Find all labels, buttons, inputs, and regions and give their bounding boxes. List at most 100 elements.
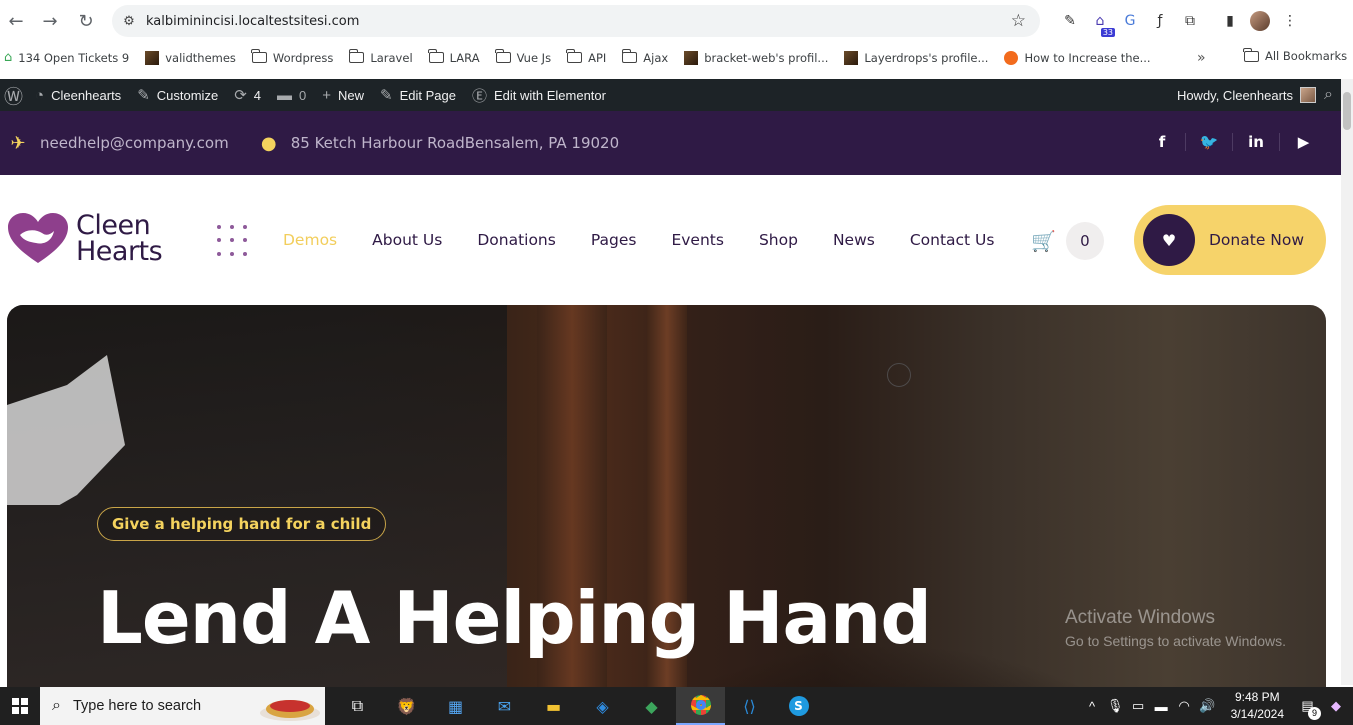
- git-app-icon[interactable]: ◆: [627, 687, 676, 725]
- logo-text-line2: Hearts: [76, 236, 163, 267]
- bookmark-folder[interactable]: API: [566, 49, 606, 65]
- wp-admin-bar: Ⓦ ◔ Cleenhearts ✎ Customize ⟳ 4 ▬ 0 + New ✎ Ed…: [0, 79, 1341, 111]
- bookmark-folder[interactable]: Vue Js: [494, 49, 551, 65]
- wordpress-logo-button[interactable]: Ⓦ: [0, 79, 27, 111]
- twitter-icon[interactable]: 🐦: [1186, 133, 1233, 151]
- cart-count-badge: 0: [1065, 222, 1104, 260]
- wifi-icon[interactable]: ◠: [1173, 698, 1196, 714]
- edit-elementor-link[interactable]: Ⓔ Edit with Elementor: [464, 79, 614, 111]
- folder-icon: [428, 49, 444, 63]
- mail-icon[interactable]: ✉: [480, 687, 529, 725]
- menu-kebab-icon[interactable]: ⋮: [1275, 8, 1305, 34]
- youtube-icon[interactable]: ▶: [1280, 133, 1327, 151]
- profile-avatar[interactable]: [1245, 8, 1275, 34]
- extension-badge-icon[interactable]: ⌂ 33: [1085, 8, 1115, 37]
- map-pin-icon: ●: [260, 132, 277, 154]
- menu-item-demos[interactable]: Demos: [283, 231, 337, 249]
- validthemes-favicon-icon: [145, 50, 160, 65]
- comments-link[interactable]: ▬ 0: [269, 79, 314, 111]
- bookmark-item[interactable]: validthemes: [145, 50, 236, 65]
- bookmark-item[interactable]: Layerdrops's profile...: [844, 50, 988, 65]
- ticket-favicon-icon: ⌂: [4, 50, 13, 65]
- bookmark-folder[interactable]: Ajax: [621, 49, 668, 65]
- bookmark-item[interactable]: How to Increase the...: [1004, 50, 1151, 65]
- more-bookmarks-chevron-icon[interactable]: »: [1197, 50, 1206, 66]
- bookmark-folder[interactable]: Wordpress: [251, 49, 333, 65]
- microphone-icon[interactable]: 🎙: [1104, 698, 1127, 714]
- network-app-icon[interactable]: ◈: [578, 687, 627, 725]
- email-contact[interactable]: ✈ needhelp@company.com: [8, 133, 228, 154]
- scrollbar-thumb[interactable]: [1343, 92, 1351, 130]
- skype-icon[interactable]: S: [774, 687, 823, 725]
- back-button[interactable]: ←: [0, 5, 32, 37]
- clock-time: 9:48 PM: [1234, 690, 1280, 704]
- donate-now-button[interactable]: ♥ Donate Now: [1134, 205, 1326, 275]
- forward-button[interactable]: →: [34, 5, 66, 37]
- address-bar[interactable]: ⚙ kalbiminincisi.localtestsitesi.com ☆: [112, 5, 1040, 37]
- brave-browser-icon[interactable]: 🦁: [382, 687, 431, 725]
- translate-icon[interactable]: G: [1115, 8, 1145, 34]
- url-text[interactable]: kalbiminincisi.localtestsitesi.com: [146, 14, 359, 29]
- menu-item-pages[interactable]: Pages: [591, 231, 637, 249]
- volume-icon[interactable]: 🔊: [1196, 698, 1219, 714]
- notification-icon[interactable]: ▤ 9: [1296, 698, 1321, 720]
- file-explorer-icon[interactable]: ▬: [529, 687, 578, 725]
- elementor-icon: Ⓔ: [471, 87, 487, 105]
- new-content-link[interactable]: + New: [314, 79, 372, 111]
- site-name-link[interactable]: ◔ Cleenhearts: [27, 79, 129, 111]
- chevron-up-icon[interactable]: ^: [1081, 699, 1104, 714]
- menu-item-donations[interactable]: Donations: [477, 231, 556, 249]
- task-view-icon[interactable]: ⧉: [333, 687, 382, 725]
- grid-menu-icon[interactable]: [217, 225, 249, 257]
- display-icon[interactable]: ▭: [1127, 698, 1150, 714]
- folder-icon: [251, 49, 267, 63]
- all-bookmarks-button[interactable]: All Bookmarks: [1243, 47, 1347, 63]
- taskbar-search[interactable]: ⌕ Type here to search: [40, 687, 325, 725]
- bookmark-item[interactable]: bracket-web's profil...: [684, 50, 828, 65]
- site-logo[interactable]: Cleen Hearts: [6, 211, 163, 267]
- clock[interactable]: 9:48 PM 3/14/2024: [1231, 689, 1284, 723]
- chrome-icon[interactable]: [676, 687, 725, 725]
- search-icon[interactable]: ⌕: [1324, 86, 1333, 104]
- bookmark-star-icon[interactable]: ☆: [1011, 11, 1026, 31]
- puzzle-icon[interactable]: ⧉: [1175, 8, 1205, 34]
- cart-button[interactable]: 🛒 0: [1031, 222, 1104, 260]
- eyedropper-icon[interactable]: ✎: [1055, 8, 1085, 34]
- start-button[interactable]: [0, 687, 40, 725]
- profile-favicon-icon: [684, 50, 699, 65]
- edit-page-link[interactable]: ✎ Edit Page: [372, 79, 464, 111]
- bookmark-folder[interactable]: Laravel: [348, 49, 413, 65]
- refresh-icon: ⟳: [234, 87, 247, 104]
- updates-link[interactable]: ⟳ 4: [226, 79, 269, 111]
- browser-toolbar: ← → ↻ ⚙ kalbiminincisi.localtestsitesi.c…: [0, 0, 1353, 42]
- donate-label: Donate Now: [1209, 231, 1305, 249]
- battery-icon[interactable]: ▬: [1150, 699, 1173, 714]
- reload-button[interactable]: ↻: [70, 5, 102, 37]
- page-scrollbar[interactable]: [1341, 79, 1353, 685]
- account-menu[interactable]: Howdy, Cleenhearts: [1177, 79, 1317, 111]
- store-icon[interactable]: ▦: [431, 687, 480, 725]
- menu-item-shop[interactable]: Shop: [759, 231, 798, 249]
- stack-favicon-icon: [1004, 50, 1019, 65]
- activate-windows-watermark: Activate Windows Go to Settings to activ…: [1065, 607, 1286, 649]
- clock-date: 3/14/2024: [1230, 707, 1284, 721]
- sidepanel-icon[interactable]: ▮: [1215, 8, 1245, 34]
- vscode-icon[interactable]: ⟨⟩: [725, 687, 774, 725]
- customize-link[interactable]: ✎ Customize: [129, 79, 226, 111]
- menu-item-events[interactable]: Events: [671, 231, 723, 249]
- bookmark-item[interactable]: ⌂ 134 Open Tickets 9: [4, 50, 129, 65]
- menu-item-about-us[interactable]: About Us: [372, 231, 442, 249]
- copilot-icon[interactable]: ◆: [1319, 698, 1353, 714]
- site-info-icon[interactable]: ⚙: [112, 14, 146, 29]
- cart-icon: 🛒: [1031, 229, 1056, 253]
- font-icon[interactable]: ƒ: [1145, 8, 1175, 34]
- bookmark-folder[interactable]: LARA: [428, 49, 480, 65]
- folder-icon: [1243, 47, 1259, 62]
- pie-illustration-icon: [260, 700, 320, 721]
- menu-item-news[interactable]: News: [833, 231, 875, 249]
- menu-item-contact-us[interactable]: Contact Us: [910, 231, 995, 249]
- linkedin-icon[interactable]: in: [1233, 133, 1280, 151]
- windows-taskbar: ⌕ Type here to search ⧉ 🦁 ▦ ✉ ▬ ◈ ◆ ⟨⟩ S…: [0, 687, 1353, 725]
- facebook-icon[interactable]: f: [1139, 133, 1186, 151]
- contact-topbar: ✈ needhelp@company.com ● 85 Ketch Harbour …: [0, 111, 1341, 175]
